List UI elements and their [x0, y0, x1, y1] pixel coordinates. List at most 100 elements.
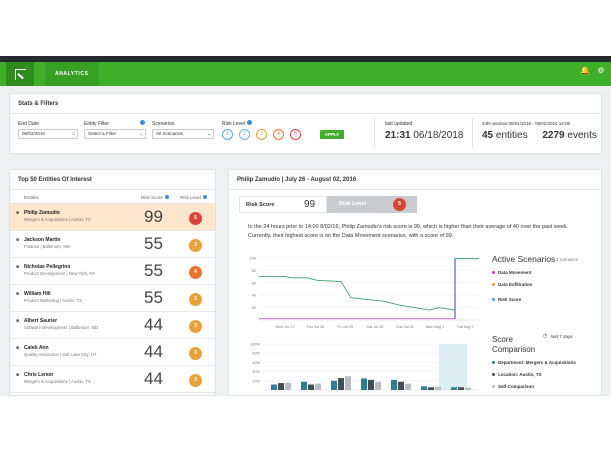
user-icon: ■ — [16, 318, 20, 324]
bar[interactable] — [271, 384, 277, 390]
bar[interactable] — [338, 378, 344, 390]
bar[interactable] — [428, 387, 434, 390]
y-tick-label: 80 — [252, 269, 256, 273]
table-row[interactable]: ■ Caleb Ann Quality Assurance | Salt Lake … — [10, 339, 215, 366]
info-icon[interactable] — [165, 195, 169, 199]
entity-details: Mergers & Acquisitions | Austin, TX — [24, 217, 91, 222]
calendar-icon[interactable]: □ — [72, 130, 75, 138]
table-row[interactable]: ■ William Hill Product Marketing | Austin,… — [10, 285, 215, 312]
apply-button[interactable]: APPLY — [320, 130, 344, 139]
app: ANALYTICS 🔔 ⚙ Stats & Filters End Date 0… — [0, 56, 611, 396]
entity-risk-score: 44 — [144, 369, 163, 388]
risk-score-value: 99 — [304, 199, 316, 210]
last-days-label[interactable]: last 7 days — [551, 334, 573, 339]
bar[interactable] — [285, 382, 291, 390]
entity-risk-score: 55 — [144, 234, 163, 253]
events-count: 2279 — [542, 130, 565, 141]
risk-level-1-toggle[interactable]: 1 — [222, 129, 233, 140]
table-row[interactable]: ■ Nicholas Pellegrino Product Development … — [10, 258, 215, 285]
table-row[interactable]: ■ Philip Zamudio Mergers & Acquisitions | … — [10, 204, 215, 231]
divider — [472, 118, 473, 148]
legend-label: Self-Comparison — [498, 384, 535, 389]
nav-analytics-tab[interactable]: ANALYTICS — [45, 62, 99, 86]
user-icon: ■ — [16, 345, 20, 351]
legend-label: Risk Score — [498, 297, 522, 302]
bar[interactable] — [451, 387, 457, 390]
table-row[interactable]: ■ Albert Saurier Software Development | Ba… — [10, 312, 215, 339]
bar[interactable] — [465, 387, 471, 390]
risk-level-4-toggle[interactable]: 4 — [273, 129, 284, 140]
entity-filter-value: Select a Filter — [88, 131, 117, 136]
bar[interactable] — [391, 379, 397, 390]
entity-filter-label: Entity Filter — [84, 121, 110, 127]
bar[interactable] — [368, 379, 374, 390]
tab-risk-score[interactable]: Risk Score 99 — [239, 196, 327, 213]
score-comparison-title-1: Score — [492, 335, 513, 344]
end-date-input[interactable]: 06/02/2016 □ — [18, 129, 78, 139]
entity-risk-score: 99 — [144, 207, 163, 226]
scenarios-value: All Scenarios — [156, 131, 183, 136]
legend-risk-score[interactable]: Risk Score — [492, 297, 521, 302]
entity-risk-score: 44 — [144, 342, 163, 361]
bar[interactable] — [398, 381, 404, 390]
table-row[interactable]: ■Christy GraffChief Information Security… — [10, 393, 215, 395]
divider — [229, 189, 601, 190]
bar[interactable] — [345, 376, 351, 390]
bar[interactable] — [421, 386, 427, 390]
bar[interactable] — [315, 383, 321, 390]
bar[interactable] — [375, 381, 381, 390]
bar[interactable] — [361, 378, 367, 391]
risk-summary: In the 24 hours prior to 14:00 8/02/16, … — [248, 224, 569, 239]
legend-label: Data Movement — [498, 270, 532, 275]
tab-risk-level-label: Risk Level — [339, 201, 367, 207]
entity-filter-select[interactable]: Select a Filter ⌄ — [84, 129, 146, 139]
legend-data-exfiltration[interactable]: Data Exfiltration — [492, 282, 533, 287]
legend-department[interactable]: Department: Mergers & Acquisitions — [492, 360, 576, 365]
legend-location[interactable]: Location: Austin, TX — [492, 372, 542, 377]
logo[interactable] — [6, 62, 34, 86]
gear-icon[interactable]: ⚙ — [596, 66, 606, 76]
bar[interactable] — [458, 387, 464, 390]
score-comparison-title-2: Comparison — [492, 345, 536, 354]
legend-label: Department: Mergers & Acquisitions — [498, 360, 576, 365]
info-icon[interactable] — [140, 120, 145, 125]
last-updated-date: 06/18/2018 — [413, 130, 464, 141]
stats-filters-title: Stats & Filters — [18, 101, 59, 107]
legend-self-comparison[interactable]: Self-Comparison — [492, 384, 534, 389]
entity-name: Chris Lenoir — [24, 372, 54, 378]
table-row[interactable]: ■ Jackson Martin Finance | Baltimore, MD 55… — [10, 231, 215, 258]
user-icon: ■ — [16, 372, 20, 378]
info-icon[interactable] — [247, 120, 252, 125]
divider — [374, 118, 375, 148]
legend-dot — [492, 373, 495, 377]
bar[interactable] — [435, 386, 441, 390]
entity-name: William Hill — [24, 291, 51, 297]
divider — [10, 113, 603, 114]
risk-level-5-toggle[interactable]: 5 — [290, 129, 301, 140]
bar[interactable] — [405, 383, 411, 390]
entity-risk-level-badge: 3 — [189, 347, 202, 360]
col-risk-score[interactable]: Risk Score — [141, 195, 163, 200]
info-icon[interactable] — [203, 195, 207, 199]
detail-header: Philip Zamudio | July 26 - August 02, 20… — [237, 177, 357, 183]
detail-panel: Philip Zamudio | July 26 - August 02, 20… — [228, 169, 602, 396]
risk-level-3-toggle[interactable]: 3 — [256, 129, 267, 140]
bar[interactable] — [278, 383, 284, 390]
x-tick-label: Wed Jul 27 — [276, 325, 295, 329]
bar[interactable] — [331, 380, 337, 390]
y-tick-label: 40% — [252, 370, 260, 374]
table-row[interactable]: ■ Chris Lenoir Mergers & Acquisitions | Au… — [10, 366, 215, 393]
bar[interactable] — [308, 384, 314, 390]
col-risk-level[interactable]: Risk Level — [180, 195, 201, 200]
events-label: events — [567, 130, 597, 141]
entity-details: Software Development | Baltimore, MD — [24, 325, 99, 330]
legend-data-movement[interactable]: Data Movement — [492, 270, 531, 275]
y-tick-label: 60% — [252, 361, 260, 365]
bar[interactable] — [301, 381, 307, 390]
risk-level-2-toggle[interactable]: 2 — [239, 129, 250, 140]
scenarios-select[interactable]: All Scenarios ⌄ — [152, 129, 214, 139]
bell-icon[interactable]: 🔔 — [580, 66, 590, 76]
tab-risk-level[interactable]: Risk Level 5 — [327, 196, 417, 213]
risk-level-badge: 5 — [393, 198, 406, 211]
user-icon: ■ — [16, 291, 20, 297]
